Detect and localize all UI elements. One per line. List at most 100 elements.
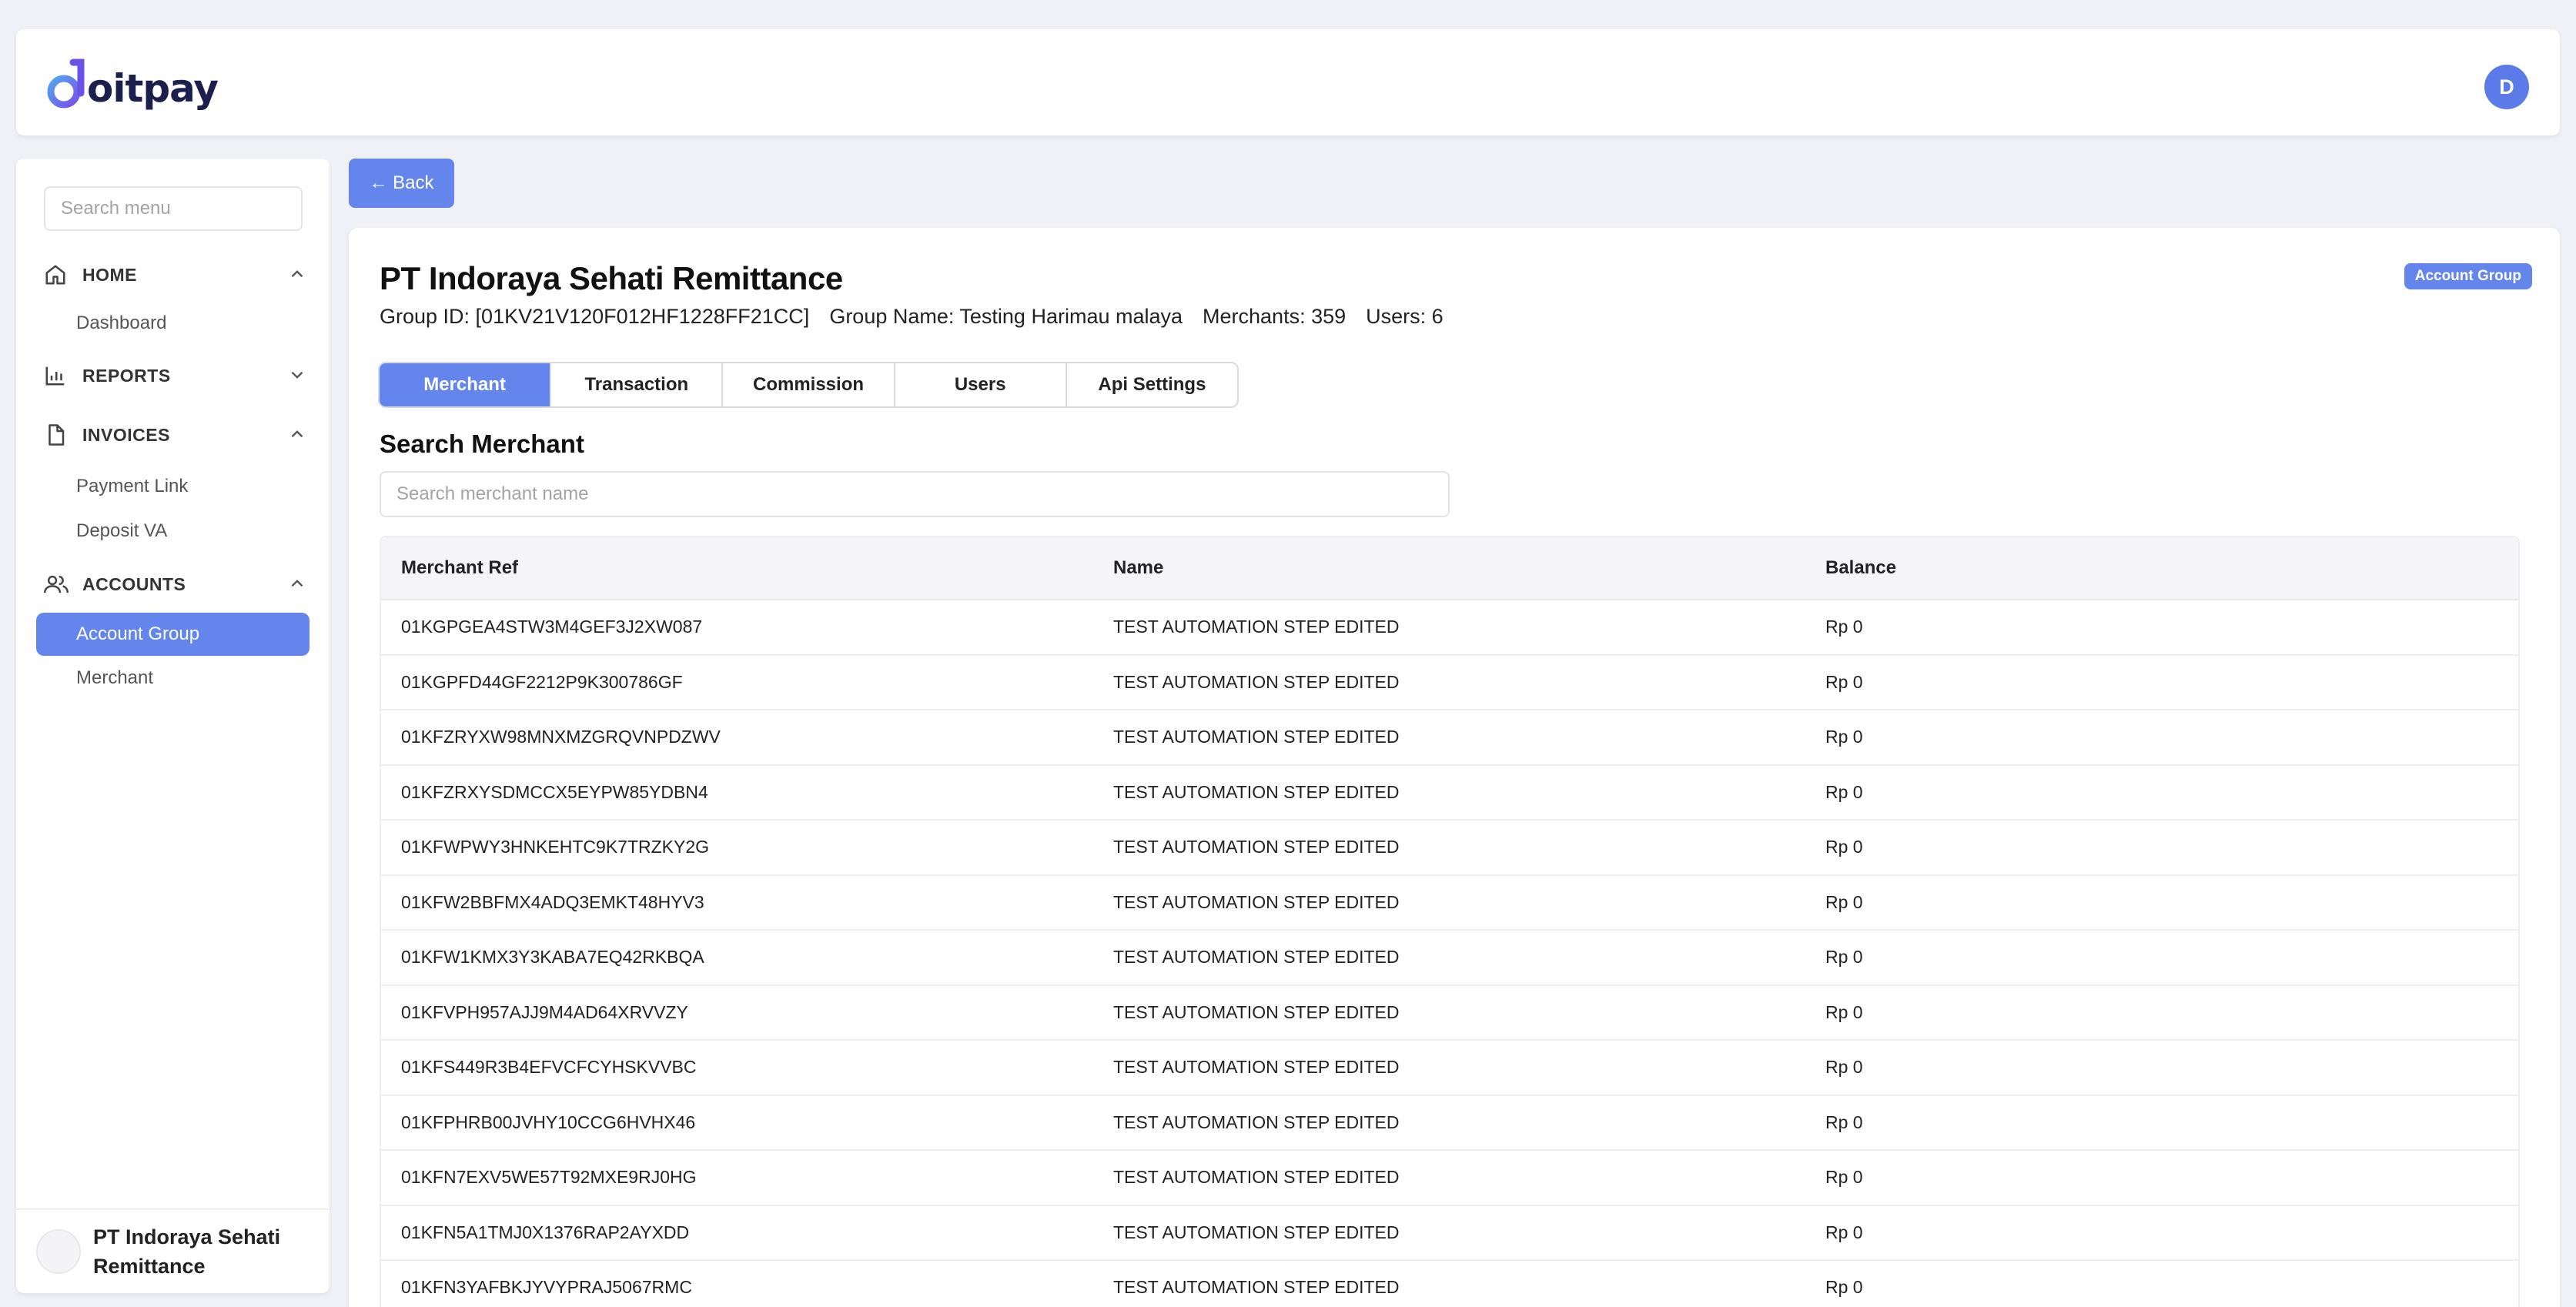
tab-transaction[interactable]: Transaction [551, 363, 724, 406]
merchant-ref-cell: 01KFW2BBFMX4ADQ3EMKT48HYV3 [401, 891, 704, 912]
chevron-up-icon [287, 424, 307, 448]
chevron-down-icon [287, 365, 307, 389]
sidebar-item-payment-link[interactable]: Payment Link [36, 465, 309, 508]
logo-mark-icon [47, 58, 85, 109]
sidebar-item-deposit-va[interactable]: Deposit VA [36, 510, 309, 553]
section-title: Search Merchant [380, 430, 584, 458]
balance-cell: Rp 0 [1825, 617, 1863, 637]
merchant-name-cell: TEST AUTOMATION STEP EDITED [1113, 727, 1400, 747]
table-row[interactable]: 01KGPGEA4STW3M4GEF3J2XW087 TEST AUTOMATIO… [381, 600, 2518, 656]
table-row[interactable]: 01KFW1KMX3Y3KABA7EQ42RKBQA TEST AUTOMATIO… [381, 931, 2518, 986]
menu-section-label: HOME [82, 264, 137, 285]
logo-text: oitpay [87, 66, 219, 111]
column-header-name[interactable]: Name [1093, 557, 1805, 579]
merchant-name-cell: TEST AUTOMATION STEP EDITED [1113, 947, 1400, 968]
merchant-name-cell: TEST AUTOMATION STEP EDITED [1113, 671, 1400, 692]
menu-section-home[interactable]: HOME [44, 259, 313, 290]
users-icon [44, 572, 69, 597]
balance-cell: Rp 0 [1825, 837, 1863, 857]
table-row[interactable]: 01KFPHRB00JVHY10CCG6HVHX46 TEST AUTOMATIO… [381, 1096, 2518, 1151]
menu-section-accounts[interactable]: ACCOUNTS [44, 569, 313, 600]
column-header-merchant-ref[interactable]: Merchant Ref [381, 557, 1093, 579]
tab-users[interactable]: Users [895, 363, 1067, 406]
balance-cell: Rp 0 [1825, 891, 1863, 912]
sidebar-item-merchant[interactable]: Merchant [36, 657, 309, 700]
account-group-badge: Account Group [2404, 263, 2532, 289]
merchant-ref-cell: 01KFPHRB00JVHY10CCG6HVHX46 [401, 1111, 696, 1132]
merchant-avatar [36, 1229, 81, 1274]
main-content: PT Indoraya Sehati Remittance Account Gr… [349, 228, 2560, 1307]
balance-cell: Rp 0 [1825, 781, 1863, 802]
merchant-name-cell: TEST AUTOMATION STEP EDITED [1113, 1001, 1400, 1022]
table-row[interactable]: 01KFN5A1TMJ0X1376RAP2AYXDD TEST AUTOMATIO… [381, 1206, 2518, 1261]
footer-account-name: PT Indoraya Sehati Remittance [93, 1225, 281, 1278]
merchant-name-cell: TEST AUTOMATION STEP EDITED [1113, 1111, 1400, 1132]
tab-bar: Merchant Transaction Commission Users Ap… [378, 362, 1239, 408]
sidebar-footer[interactable]: PT Indoraya Sehati Remittance [16, 1208, 330, 1293]
group-name: Group Name: Testing Harimau malaya [829, 305, 1183, 328]
search-menu-input[interactable] [44, 186, 303, 231]
doitpay-logo[interactable]: oitpay [45, 54, 219, 115]
merchant-name-cell: TEST AUTOMATION STEP EDITED [1113, 837, 1400, 857]
chevron-up-icon [287, 264, 307, 288]
merchant-ref-cell: 01KFN5A1TMJ0X1376RAP2AYXDD [401, 1222, 690, 1242]
document-icon [44, 423, 69, 447]
table-row[interactable]: 01KFW2BBFMX4ADQ3EMKT48HYV3 TEST AUTOMATIO… [381, 876, 2518, 931]
balance-cell: Rp 0 [1825, 1057, 1863, 1078]
table-row[interactable]: 01KFZRYXW98MNXMZGRQVNPDZWV TEST AUTOMATIO… [381, 710, 2518, 766]
table-row[interactable]: 01KFWPWY3HNKEHTC9K7TRZKY2G TEST AUTOMATIO… [381, 821, 2518, 876]
merchants-count: Merchants: 359 [1203, 305, 1347, 328]
balance-cell: Rp 0 [1825, 947, 1863, 968]
table-header: Merchant Ref Name Balance [381, 537, 2518, 600]
user-avatar[interactable]: D [2484, 65, 2529, 109]
balance-cell: Rp 0 [1825, 1277, 1863, 1298]
merchant-name-cell: TEST AUTOMATION STEP EDITED [1113, 1057, 1400, 1078]
tab-merchant[interactable]: Merchant [380, 363, 552, 406]
menu-section-reports[interactable]: REPORTS [44, 360, 313, 391]
page-title: PT Indoraya Sehati Remittance [380, 260, 843, 296]
back-button[interactable]: ← Back [349, 159, 454, 208]
menu-section-label: INVOICES [82, 424, 170, 445]
merchant-ref-cell: 01KFW1KMX3Y3KABA7EQ42RKBQA [401, 947, 704, 968]
bar-chart-icon [44, 363, 69, 388]
merchant-name-cell: TEST AUTOMATION STEP EDITED [1113, 617, 1400, 637]
chevron-up-icon [287, 573, 307, 597]
balance-cell: Rp 0 [1825, 727, 1863, 747]
group-id: Group ID: [01KV21V120F012HF1228FF21CC] [380, 305, 810, 328]
table-row[interactable]: 01KFN7EXV5WE57T92MXE9RJ0HG TEST AUTOMATIO… [381, 1151, 2518, 1206]
table-row[interactable]: 01KFN3YAFBKJYVYPRAJ5067RMC TEST AUTOMATIO… [381, 1261, 2518, 1307]
merchant-name-cell: TEST AUTOMATION STEP EDITED [1113, 1277, 1400, 1298]
top-bar: oitpay D [16, 29, 2560, 135]
table-row[interactable]: 01KFZRXYSDMCCX5EYPW85YDBN4 TEST AUTOMATIO… [381, 766, 2518, 821]
balance-cell: Rp 0 [1825, 1167, 1863, 1188]
search-merchant-input[interactable] [380, 471, 1450, 517]
sidebar-item-dashboard[interactable]: Dashboard [36, 302, 309, 345]
merchant-name-cell: TEST AUTOMATION STEP EDITED [1113, 1167, 1400, 1188]
merchant-ref-cell: 01KFZRXYSDMCCX5EYPW85YDBN4 [401, 781, 708, 802]
tab-api-settings[interactable]: Api Settings [1067, 363, 1237, 406]
sidebar-item-account-group[interactable]: Account Group [36, 613, 309, 656]
column-header-balance[interactable]: Balance [1805, 557, 2518, 579]
balance-cell: Rp 0 [1825, 1222, 1863, 1242]
balance-cell: Rp 0 [1825, 1111, 1863, 1132]
table-row[interactable]: 01KFS449R3B4EFVCFCYHSKVVBC TEST AUTOMATIO… [381, 1041, 2518, 1096]
tab-commission[interactable]: Commission [723, 363, 895, 406]
table-row[interactable]: 01KGPFD44GF2212P9K300786GF TEST AUTOMATIO… [381, 656, 2518, 710]
menu-section-label: REPORTS [82, 365, 171, 386]
merchant-name-cell: TEST AUTOMATION STEP EDITED [1113, 891, 1400, 912]
merchant-ref-cell: 01KFN7EXV5WE57T92MXE9RJ0HG [401, 1167, 697, 1188]
home-icon [44, 262, 69, 287]
merchant-ref-cell: 01KFZRYXW98MNXMZGRQVNPDZWV [401, 727, 721, 747]
merchant-ref-cell: 01KFN3YAFBKJYVYPRAJ5067RMC [401, 1277, 692, 1298]
merchant-ref-cell: 01KGPGEA4STW3M4GEF3J2XW087 [401, 617, 703, 637]
merchant-name-cell: TEST AUTOMATION STEP EDITED [1113, 781, 1400, 802]
merchant-ref-cell: 01KGPFD44GF2212P9K300786GF [401, 671, 683, 692]
merchant-ref-cell: 01KFS449R3B4EFVCFCYHSKVVBC [401, 1057, 697, 1078]
merchant-table: Merchant Ref Name Balance 01KGPGEA4STW3M… [380, 536, 2520, 1307]
table-row[interactable]: 01KFVPH957AJJ9M4AD64XRVVZY TEST AUTOMATIO… [381, 986, 2518, 1041]
users-count: Users: 6 [1366, 305, 1444, 328]
balance-cell: Rp 0 [1825, 671, 1863, 692]
merchant-ref-cell: 01KFWPWY3HNKEHTC9K7TRZKY2G [401, 837, 710, 857]
menu-section-invoices[interactable]: INVOICES [44, 420, 313, 450]
merchant-name-cell: TEST AUTOMATION STEP EDITED [1113, 1222, 1400, 1242]
